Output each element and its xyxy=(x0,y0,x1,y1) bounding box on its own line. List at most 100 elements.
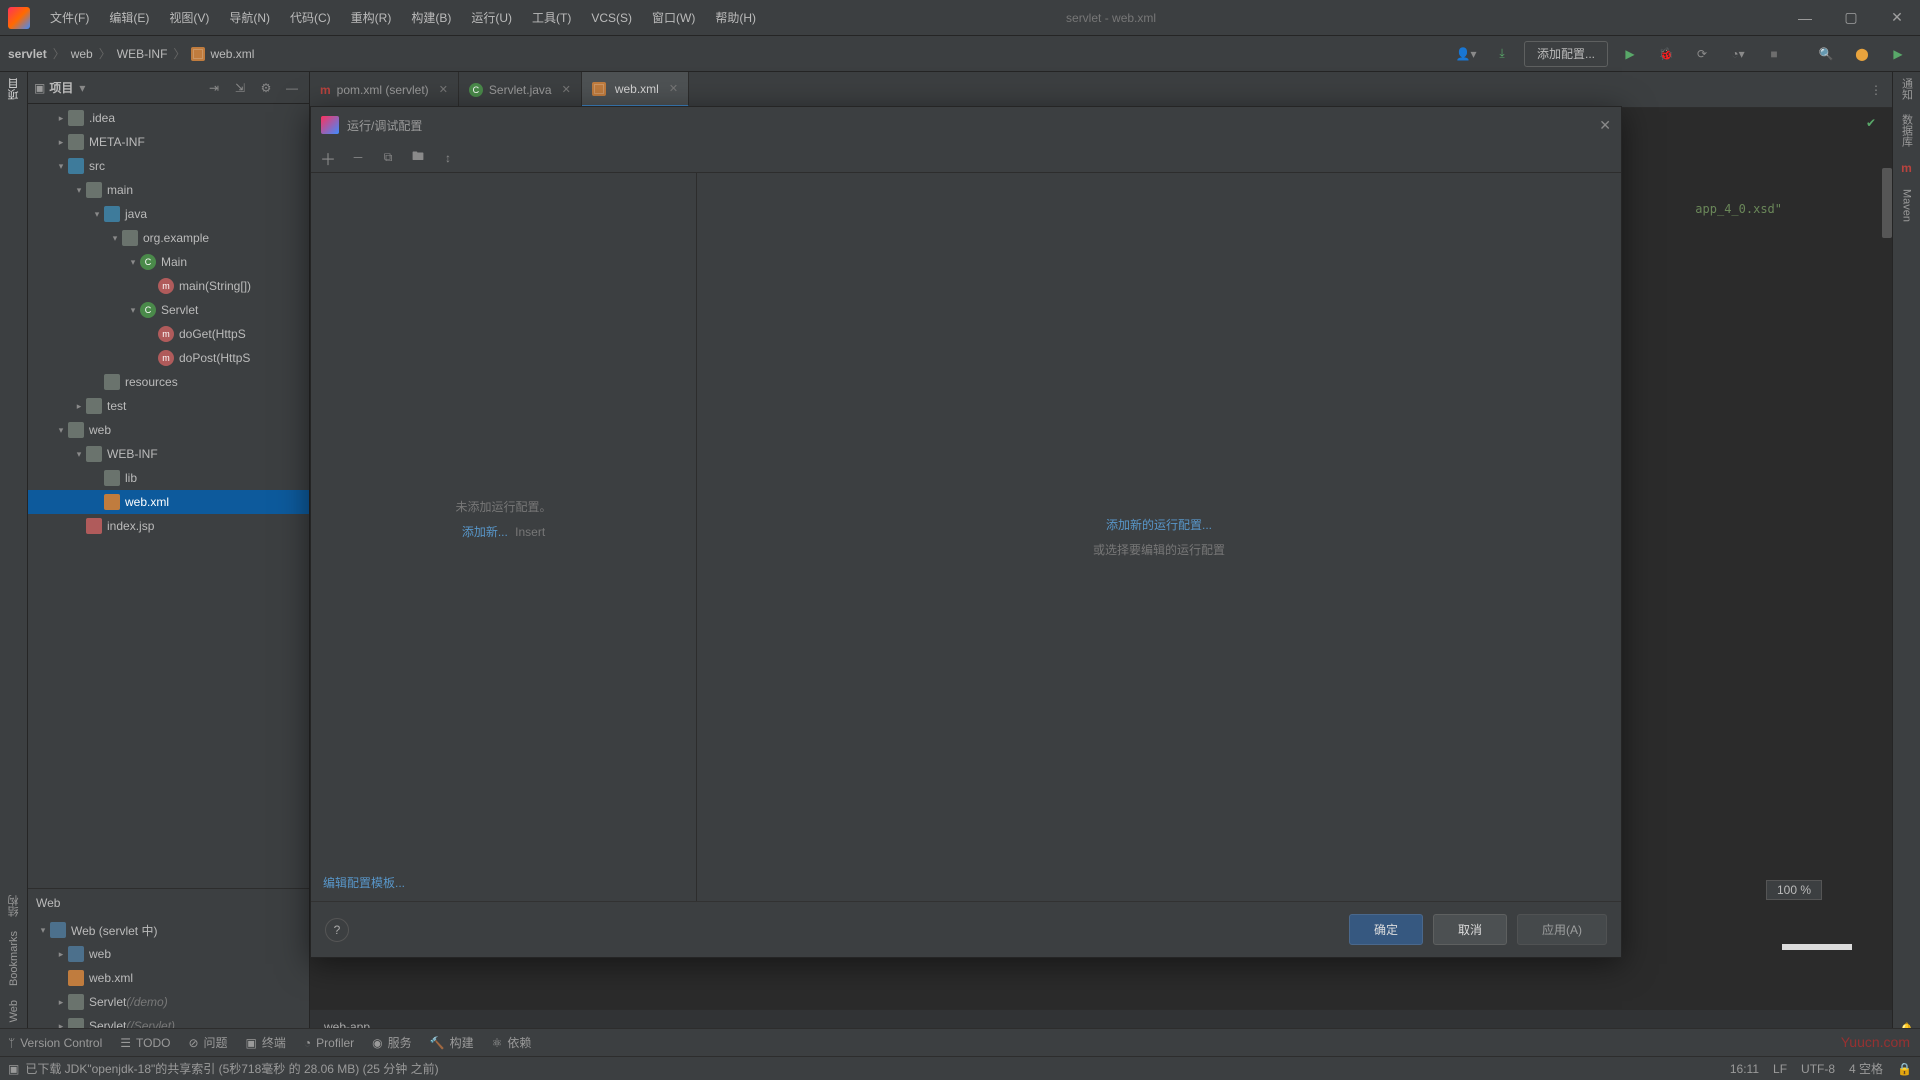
run-config-select[interactable]: 添加配置... xyxy=(1524,41,1608,67)
menu-edit[interactable]: 编辑(E) xyxy=(99,0,159,36)
indent-info[interactable]: 4 空格 xyxy=(1849,1060,1883,1077)
zoom-indicator[interactable]: 100 % xyxy=(1766,880,1822,900)
settings-icon[interactable]: ⚙ xyxy=(255,77,277,99)
sidebar-title[interactable]: 项目 xyxy=(49,79,73,96)
gutter-web[interactable]: Web xyxy=(8,1000,20,1022)
tree-arrow-icon[interactable] xyxy=(54,949,68,960)
tree-row[interactable]: resources xyxy=(28,370,309,394)
ide-settings-icon[interactable]: ⬤ xyxy=(1848,41,1876,67)
line-separator[interactable]: LF xyxy=(1773,1062,1787,1076)
tw-build[interactable]: 🔨构建 xyxy=(430,1034,474,1051)
minimize-button[interactable]: — xyxy=(1782,0,1828,36)
edit-templates-link[interactable]: 编辑配置模板... xyxy=(311,864,696,901)
save-config-icon[interactable]: 🖿 xyxy=(409,147,427,168)
hide-icon[interactable]: — xyxy=(281,77,303,99)
crumb-web[interactable]: web xyxy=(71,47,93,61)
tree-row[interactable]: Web (servlet 中) xyxy=(28,918,309,942)
tw-problems[interactable]: ⊘问题 xyxy=(188,1034,227,1051)
crumb-project[interactable]: servlet xyxy=(8,47,47,61)
tab-webxml[interactable]: web.xml ✕ xyxy=(582,72,689,107)
tab-pom[interactable]: m pom.xml (servlet) ✕ xyxy=(310,72,459,107)
crumb-webinf[interactable]: WEB-INF xyxy=(117,47,168,61)
tree-arrow-icon[interactable] xyxy=(90,209,104,220)
menu-refactor[interactable]: 重构(R) xyxy=(341,0,402,36)
menu-help[interactable]: 帮助(H) xyxy=(705,0,766,36)
tree-row[interactable]: web.xml xyxy=(28,490,309,514)
copy-config-icon[interactable]: ⧉ xyxy=(379,150,397,165)
maven-icon[interactable]: m xyxy=(1901,161,1912,175)
gutter-bookmarks[interactable]: Bookmarks xyxy=(8,931,20,986)
tree-arrow-icon[interactable] xyxy=(72,185,86,196)
tree-row[interactable]: index.jsp xyxy=(28,514,309,538)
tw-todo[interactable]: ☰TODO xyxy=(120,1036,170,1050)
caret-position[interactable]: 16:11 xyxy=(1730,1062,1759,1076)
add-config-icon[interactable]: ＋ xyxy=(319,146,337,170)
tree-arrow-icon[interactable] xyxy=(108,233,122,244)
tree-arrow-icon[interactable] xyxy=(54,113,68,124)
tree-row[interactable]: mdoPost(HttpS xyxy=(28,346,309,370)
tw-profiler[interactable]: ◔Profiler xyxy=(304,1036,354,1050)
search-icon[interactable]: 🔍 xyxy=(1812,41,1840,67)
menu-code[interactable]: 代码(C) xyxy=(280,0,341,36)
inspection-ok-icon[interactable]: ✔ xyxy=(1866,116,1876,130)
help-icon[interactable]: ? xyxy=(325,918,349,942)
tree-arrow-icon[interactable] xyxy=(126,257,140,268)
sort-config-icon[interactable]: ↕ xyxy=(439,151,457,165)
tree-row[interactable]: lib xyxy=(28,466,309,490)
status-message[interactable]: ▣ 已下载 JDK"openjdk-18"的共享索引 (5秒718毫秒 的 28… xyxy=(8,1060,439,1077)
menu-run[interactable]: 运行(U) xyxy=(461,0,522,36)
tree-row[interactable]: mdoGet(HttpS xyxy=(28,322,309,346)
menu-window[interactable]: 窗口(W) xyxy=(642,0,705,36)
tree-row[interactable]: org.example xyxy=(28,226,309,250)
tree-arrow-icon[interactable] xyxy=(36,925,50,936)
profile-button[interactable]: ◔▾ xyxy=(1724,41,1752,67)
lock-icon[interactable]: 🔒 xyxy=(1897,1062,1912,1076)
tw-services[interactable]: ◉服务 xyxy=(372,1034,412,1051)
apply-button[interactable]: 应用(A) xyxy=(1517,914,1607,945)
close-tab-icon[interactable]: ✕ xyxy=(439,83,448,96)
tree-row[interactable]: .idea xyxy=(28,106,309,130)
expand-all-icon[interactable]: ⇲ xyxy=(229,77,251,99)
tree-row[interactable]: mmain(String[]) xyxy=(28,274,309,298)
sidebar-dropdown-icon[interactable]: ▾ xyxy=(79,81,85,95)
maximize-button[interactable]: ▢ xyxy=(1828,0,1874,36)
debug-button[interactable]: 🐞 xyxy=(1652,41,1680,67)
tabs-more-icon[interactable]: ⋮ xyxy=(1860,72,1892,107)
select-open-file-icon[interactable]: ⇥ xyxy=(203,77,225,99)
add-new-config-link[interactable]: 添加新的运行配置... xyxy=(1106,516,1212,533)
run-button[interactable]: ▶ xyxy=(1616,41,1644,67)
tree-arrow-icon[interactable] xyxy=(54,137,68,148)
tree-row[interactable]: CMain xyxy=(28,250,309,274)
tree-row[interactable]: Servlet (/demo) xyxy=(28,990,309,1014)
web-tree[interactable]: Web (servlet 中)webweb.xmlServlet (/demo)… xyxy=(28,916,309,1044)
user-icon[interactable]: 👤▾ xyxy=(1452,41,1480,67)
play-store-icon[interactable]: ▶ xyxy=(1884,41,1912,67)
dialog-close-icon[interactable]: ✕ xyxy=(1599,117,1611,134)
tw-terminal[interactable]: ▣终端 xyxy=(246,1034,286,1051)
gutter-structure[interactable]: 结构 xyxy=(6,895,22,917)
tree-row[interactable]: web xyxy=(28,418,309,442)
close-button[interactable]: ✕ xyxy=(1874,0,1920,36)
menu-build[interactable]: 构建(B) xyxy=(401,0,461,36)
file-encoding[interactable]: UTF-8 xyxy=(1801,1062,1835,1076)
gutter-project[interactable]: 项目 xyxy=(6,78,22,100)
close-tab-icon[interactable]: ✕ xyxy=(562,83,571,96)
tree-row[interactable]: java xyxy=(28,202,309,226)
tree-row[interactable]: src xyxy=(28,154,309,178)
tw-dependencies[interactable]: ⚛依赖 xyxy=(492,1034,532,1051)
add-new-link[interactable]: 添加新... xyxy=(462,525,508,539)
stop-button[interactable]: ■ xyxy=(1760,41,1788,67)
tree-row[interactable]: web.xml xyxy=(28,966,309,990)
menu-file[interactable]: 文件(F) xyxy=(40,0,99,36)
menu-view[interactable]: 视图(V) xyxy=(159,0,219,36)
menu-vcs[interactable]: VCS(S) xyxy=(581,0,642,36)
coverage-button[interactable]: ⟳ xyxy=(1688,41,1716,67)
web-section-header[interactable]: Web xyxy=(28,888,309,916)
cancel-button[interactable]: 取消 xyxy=(1433,914,1507,945)
close-tab-icon[interactable]: ✕ xyxy=(669,82,678,95)
tab-servlet[interactable]: C Servlet.java ✕ xyxy=(459,72,582,107)
tree-row[interactable]: META-INF xyxy=(28,130,309,154)
menu-navigate[interactable]: 导航(N) xyxy=(219,0,280,36)
tree-arrow-icon[interactable] xyxy=(126,305,140,316)
remove-config-icon[interactable]: － xyxy=(349,149,367,166)
